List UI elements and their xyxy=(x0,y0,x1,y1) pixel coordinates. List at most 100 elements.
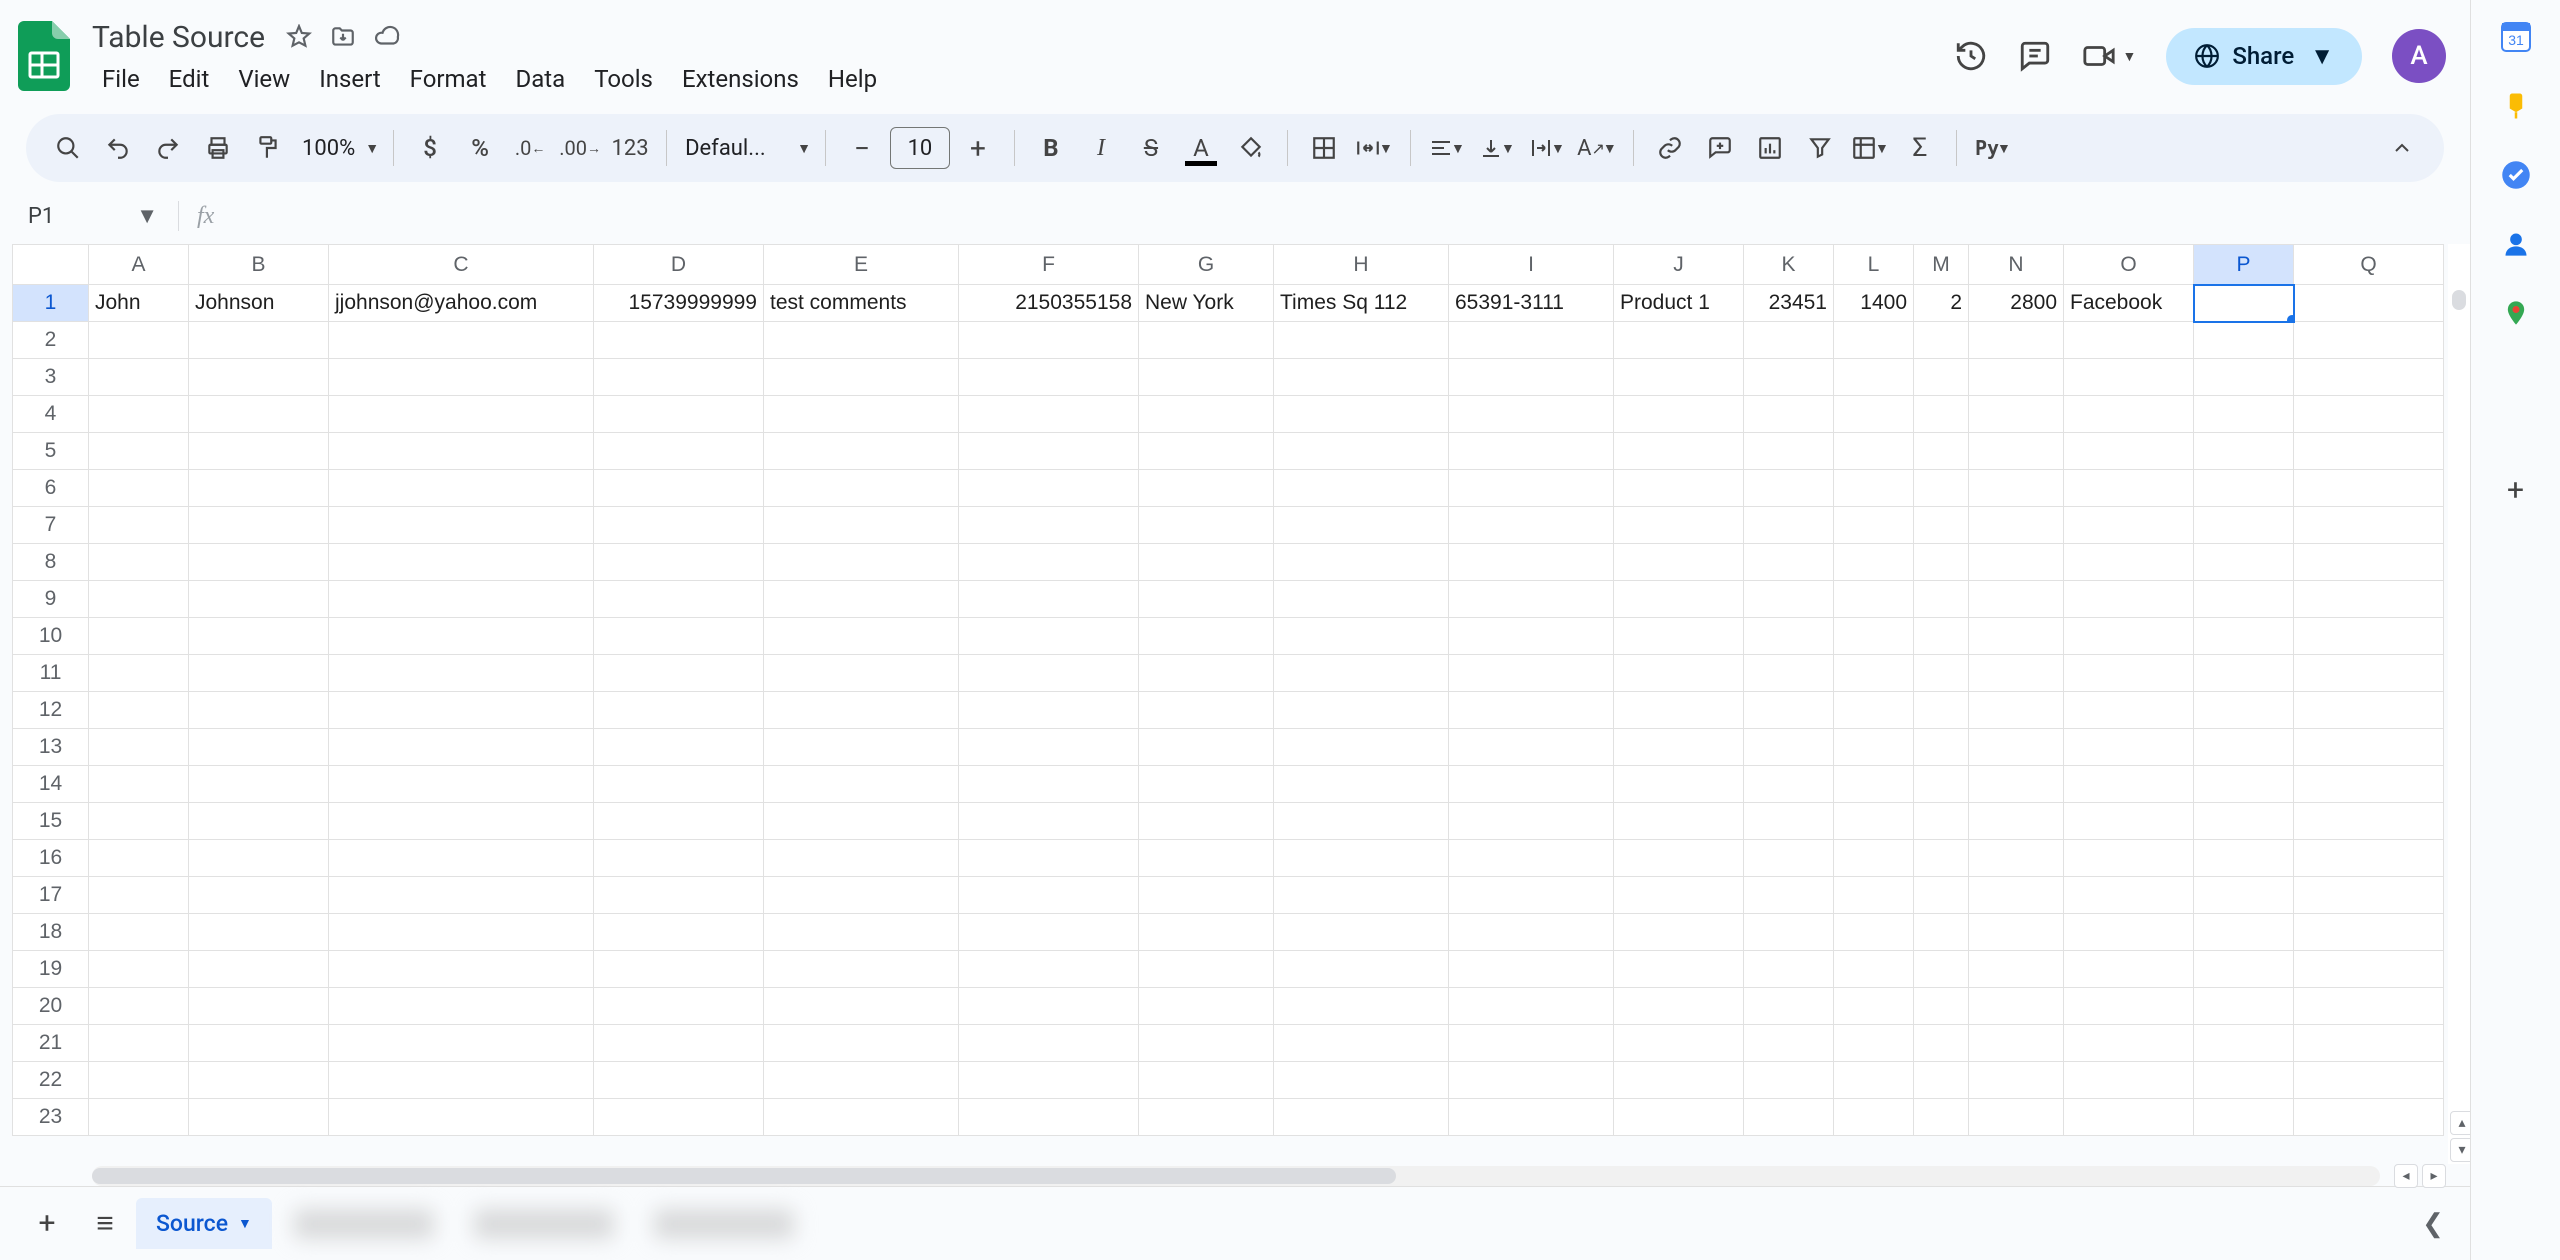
sheets-logo-icon[interactable] xyxy=(14,16,74,96)
cell-L21[interactable] xyxy=(1834,1025,1914,1062)
cell-A3[interactable] xyxy=(89,359,189,396)
scroll-down-icon[interactable]: ▾ xyxy=(2450,1138,2470,1162)
cell-L11[interactable] xyxy=(1834,655,1914,692)
cell-D7[interactable] xyxy=(594,507,764,544)
row-header-4[interactable]: 4 xyxy=(13,396,89,433)
cell-N4[interactable] xyxy=(1969,396,2064,433)
cell-E7[interactable] xyxy=(764,507,959,544)
cell-N19[interactable] xyxy=(1969,951,2064,988)
cell-L4[interactable] xyxy=(1834,396,1914,433)
undo-icon[interactable] xyxy=(96,126,140,170)
cell-D9[interactable] xyxy=(594,581,764,618)
cell-G17[interactable] xyxy=(1139,877,1274,914)
cell-B7[interactable] xyxy=(189,507,329,544)
cell-Q16[interactable] xyxy=(2294,840,2444,877)
cell-G2[interactable] xyxy=(1139,322,1274,359)
cell-K13[interactable] xyxy=(1744,729,1834,766)
cell-N16[interactable] xyxy=(1969,840,2064,877)
cell-E2[interactable] xyxy=(764,322,959,359)
cell-H16[interactable] xyxy=(1274,840,1449,877)
cell-I18[interactable] xyxy=(1449,914,1614,951)
cell-K7[interactable] xyxy=(1744,507,1834,544)
cell-G3[interactable] xyxy=(1139,359,1274,396)
row-header-3[interactable]: 3 xyxy=(13,359,89,396)
cell-N2[interactable] xyxy=(1969,322,2064,359)
cell-A6[interactable] xyxy=(89,470,189,507)
row-header-1[interactable]: 1 xyxy=(13,285,89,322)
cell-M22[interactable] xyxy=(1914,1062,1969,1099)
cell-A23[interactable] xyxy=(89,1099,189,1136)
cell-N18[interactable] xyxy=(1969,914,2064,951)
cell-N3[interactable] xyxy=(1969,359,2064,396)
cell-A2[interactable] xyxy=(89,322,189,359)
cell-N6[interactable] xyxy=(1969,470,2064,507)
cell-N22[interactable] xyxy=(1969,1062,2064,1099)
horizontal-align-icon[interactable]: ▼ xyxy=(1425,126,1469,170)
row-header-5[interactable]: 5 xyxy=(13,433,89,470)
cell-O2[interactable] xyxy=(2064,322,2194,359)
cell-K23[interactable] xyxy=(1744,1099,1834,1136)
cell-F1[interactable]: 2150355158 xyxy=(959,285,1139,322)
cell-O6[interactable] xyxy=(2064,470,2194,507)
cell-Q10[interactable] xyxy=(2294,618,2444,655)
calendar-icon[interactable]: 31 xyxy=(2499,20,2533,54)
cell-J22[interactable] xyxy=(1614,1062,1744,1099)
menu-help[interactable]: Help xyxy=(814,59,891,99)
cell-J19[interactable] xyxy=(1614,951,1744,988)
cell-D20[interactable] xyxy=(594,988,764,1025)
row-header-7[interactable]: 7 xyxy=(13,507,89,544)
cell-J21[interactable] xyxy=(1614,1025,1744,1062)
cell-H3[interactable] xyxy=(1274,359,1449,396)
cell-B1[interactable]: Johnson xyxy=(189,285,329,322)
cell-G10[interactable] xyxy=(1139,618,1274,655)
cell-O19[interactable] xyxy=(2064,951,2194,988)
font-size-input[interactable]: 10 xyxy=(890,127,950,169)
cell-P10[interactable] xyxy=(2194,618,2294,655)
cell-J13[interactable] xyxy=(1614,729,1744,766)
cell-G5[interactable] xyxy=(1139,433,1274,470)
cell-I1[interactable]: 65391-3111 xyxy=(1449,285,1614,322)
cell-K17[interactable] xyxy=(1744,877,1834,914)
column-header-A[interactable]: A xyxy=(89,245,189,285)
cell-C9[interactable] xyxy=(329,581,594,618)
search-menus-icon[interactable] xyxy=(46,126,90,170)
cell-G23[interactable] xyxy=(1139,1099,1274,1136)
font-select[interactable]: Defaul... ▼ xyxy=(681,126,811,170)
cell-L6[interactable] xyxy=(1834,470,1914,507)
cell-Q11[interactable] xyxy=(2294,655,2444,692)
formula-input[interactable] xyxy=(222,194,2444,238)
cell-A11[interactable] xyxy=(89,655,189,692)
cell-M13[interactable] xyxy=(1914,729,1969,766)
row-header-8[interactable]: 8 xyxy=(13,544,89,581)
cell-Q1[interactable] xyxy=(2294,285,2444,322)
cell-B14[interactable] xyxy=(189,766,329,803)
cell-F21[interactable] xyxy=(959,1025,1139,1062)
cell-H11[interactable] xyxy=(1274,655,1449,692)
cell-B8[interactable] xyxy=(189,544,329,581)
cell-H1[interactable]: Times Sq 112 xyxy=(1274,285,1449,322)
cell-C3[interactable] xyxy=(329,359,594,396)
cell-E13[interactable] xyxy=(764,729,959,766)
cell-H20[interactable] xyxy=(1274,988,1449,1025)
cell-K11[interactable] xyxy=(1744,655,1834,692)
cell-L19[interactable] xyxy=(1834,951,1914,988)
cell-M15[interactable] xyxy=(1914,803,1969,840)
column-header-E[interactable]: E xyxy=(764,245,959,285)
cell-P9[interactable] xyxy=(2194,581,2294,618)
menu-view[interactable]: View xyxy=(224,59,304,99)
collapse-toolbar-icon[interactable] xyxy=(2380,126,2424,170)
cell-L1[interactable]: 1400 xyxy=(1834,285,1914,322)
cell-I19[interactable] xyxy=(1449,951,1614,988)
cell-A15[interactable] xyxy=(89,803,189,840)
cell-D4[interactable] xyxy=(594,396,764,433)
cell-Q21[interactable] xyxy=(2294,1025,2444,1062)
document-title[interactable]: Table Source xyxy=(88,18,269,57)
row-header-23[interactable]: 23 xyxy=(13,1099,89,1136)
cell-Q4[interactable] xyxy=(2294,396,2444,433)
cell-F14[interactable] xyxy=(959,766,1139,803)
cell-A4[interactable] xyxy=(89,396,189,433)
column-header-M[interactable]: M xyxy=(1914,245,1969,285)
cell-L18[interactable] xyxy=(1834,914,1914,951)
cell-D13[interactable] xyxy=(594,729,764,766)
cell-G20[interactable] xyxy=(1139,988,1274,1025)
